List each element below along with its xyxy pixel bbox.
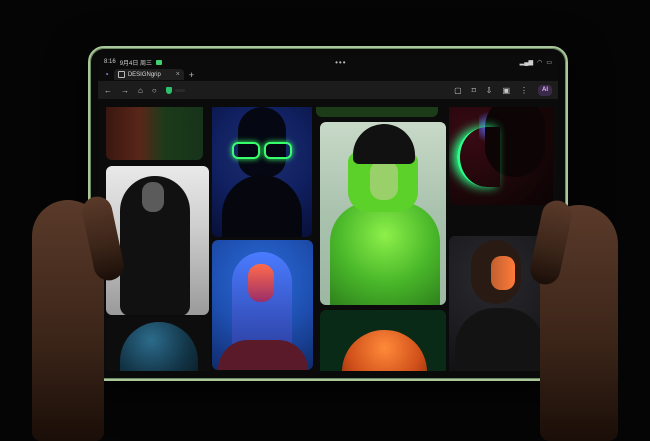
gallery-image[interactable] (212, 240, 313, 370)
tab-count-icon[interactable]: ▣ (502, 86, 510, 95)
new-tab-button[interactable]: + (189, 70, 194, 80)
tab-designgrip[interactable]: DESIGNgrip × (113, 69, 184, 80)
notification-icon (156, 59, 163, 65)
status-bar: 8:16 9月4日 周三 ••• ▂▄▆ ◠ ▭ (98, 56, 558, 68)
tab-bar: ◔ DESIGNgrip × + (98, 68, 558, 81)
forward-button[interactable]: → (121, 86, 129, 95)
tab-favicon-icon (117, 71, 125, 78)
address-bar[interactable] (165, 85, 446, 95)
menu-dots-icon[interactable]: ⋮ (520, 86, 528, 95)
photo-gallery (98, 107, 558, 371)
browser-toolbar: ← → ⌂ ○ ▢ ⌑ ⇩ ▣ ⋮ AI (98, 81, 558, 99)
ai-assistant-button[interactable]: AI (538, 84, 552, 96)
multitask-dots-icon[interactable]: ••• (335, 58, 346, 67)
downloads-icon[interactable]: ⇩ (486, 86, 493, 95)
wifi-icon: ◠ (537, 59, 543, 66)
bookmark-add-icon[interactable]: ▢ (454, 86, 462, 95)
tablet-screen: 8:16 9月4日 周三 ••• ▂▄▆ ◠ ▭ ◔ DESIGNgrip × … (98, 56, 558, 371)
status-time: 8:16 (104, 59, 116, 65)
tab-close-icon[interactable]: × (176, 71, 180, 78)
url-text (174, 88, 185, 92)
security-shield-icon (165, 86, 172, 94)
gallery-image[interactable] (106, 166, 209, 315)
browser-logo-icon[interactable]: ◔ (104, 70, 109, 79)
reload-button[interactable]: ○ (152, 86, 157, 95)
signal-icon: ▂▄▆ (519, 59, 534, 66)
tablet-frame: 8:16 9月4日 周三 ••• ▂▄▆ ◠ ▭ ◔ DESIGNgrip × … (88, 46, 568, 381)
home-button[interactable]: ⌂ (138, 86, 143, 95)
back-button[interactable]: ← (104, 86, 112, 95)
gallery-image[interactable] (320, 310, 446, 371)
gallery-image[interactable] (320, 122, 446, 305)
gallery-image[interactable] (212, 107, 312, 237)
bookmark-icon[interactable]: ⌑ (472, 86, 476, 95)
gallery-image[interactable] (449, 107, 553, 205)
gallery-image[interactable] (106, 107, 203, 160)
neon-glasses (232, 142, 292, 159)
gallery-image[interactable] (316, 107, 438, 117)
status-date: 9月4日 周三 (119, 60, 153, 67)
tab-title: DESIGNgrip (127, 71, 161, 78)
gallery-image[interactable] (106, 317, 210, 371)
battery-icon: ▭ (546, 59, 552, 66)
